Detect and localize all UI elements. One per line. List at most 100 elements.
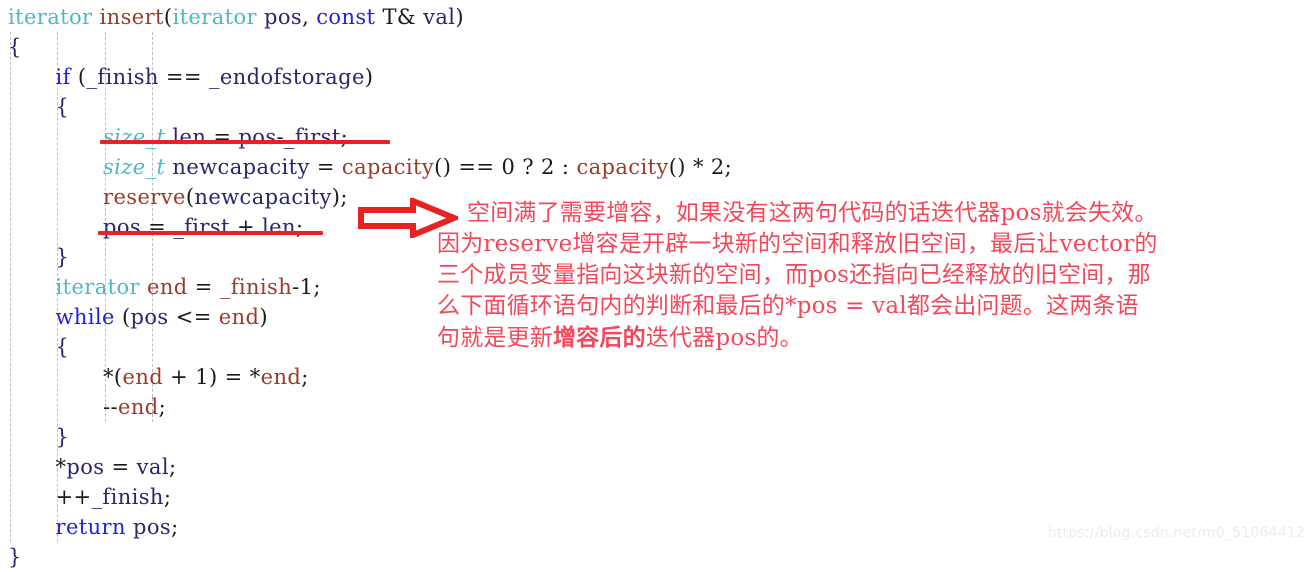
code-token: pos	[132, 515, 172, 539]
code-line: reserve(newcapacity);	[103, 182, 348, 212]
code-token: ,	[302, 5, 317, 29]
code-token: ;	[295, 215, 304, 239]
code-token: _endofstorage	[208, 65, 365, 89]
code-line: *pos = val;	[56, 452, 177, 482]
annotation-line-5: 句就是更新增容后的迭代器pos的。	[437, 322, 1297, 354]
code-highlight-underline	[98, 231, 323, 235]
code-token: insert	[99, 5, 164, 29]
code-token: =	[309, 155, 342, 179]
code-token: size_t	[103, 125, 166, 149]
code-line: }	[8, 542, 22, 572]
code-token: ;	[158, 395, 167, 419]
code-line: {	[56, 332, 70, 362]
code-token: ;	[301, 365, 309, 389]
code-token: if	[55, 65, 71, 89]
code-line: if (_finish == _endofstorage)	[56, 62, 374, 92]
code-token: len	[262, 215, 296, 239]
code-token: -	[276, 125, 285, 149]
code-token: () == 0 ? 2 :	[434, 155, 577, 179]
code-token: T&	[382, 5, 416, 29]
code-token: size_t	[103, 155, 166, 179]
indent-guide	[10, 32, 11, 542]
code-token: (	[70, 65, 87, 89]
code-token: *	[55, 455, 67, 479]
code-token: const	[316, 5, 376, 29]
code-token: _finish	[86, 65, 159, 89]
code-line: *(end + 1) = *end;	[103, 362, 309, 392]
code-token: =	[187, 275, 220, 299]
code-highlight-underline	[100, 140, 390, 144]
code-token: len	[172, 125, 207, 149]
code-token: () * 2;	[668, 155, 733, 179]
code-line: }	[56, 242, 70, 272]
code-token: newcapacity	[172, 155, 310, 179]
code-token: pos	[264, 5, 303, 29]
code-line: size_t newcapacity = capacity() == 0 ? 2…	[103, 152, 732, 182]
code-line: iterator insert(iterator pos, const T& v…	[8, 2, 464, 32]
code-token: =	[206, 125, 239, 149]
code-line: {	[56, 92, 70, 122]
code-token: )	[259, 305, 268, 329]
code-token: }	[55, 245, 70, 269]
code-line: iterator end = _finish-1;	[56, 272, 321, 302]
annotation-text: 空间满了需要增容，如果没有这两句代码的话迭代器pos就会失效。 因为reserv…	[437, 198, 1297, 354]
annotation-line-1: 空间满了需要增容，如果没有这两句代码的话迭代器pos就会失效。	[467, 200, 1158, 226]
code-token: ==	[158, 65, 209, 89]
code-token: -1;	[292, 275, 321, 299]
code-line: }	[56, 422, 70, 452]
code-token: =	[104, 455, 137, 479]
code-token: ;	[171, 515, 179, 539]
code-token: <=	[168, 305, 219, 329]
code-line: {	[8, 32, 22, 62]
code-token: ++	[55, 485, 92, 509]
code-token: (	[114, 305, 131, 329]
code-token: )	[455, 5, 464, 29]
code-token: =	[141, 215, 174, 239]
code-line: pos = _first + len;	[103, 212, 303, 242]
code-token: iterator	[8, 5, 93, 29]
code-token: capacity	[341, 155, 435, 179]
watermark: https://blog.csdn.net/m0_51064412	[1047, 525, 1305, 541]
code-line: --end;	[103, 392, 166, 422]
annotation-line-5-prefix: 句就是更新	[437, 325, 553, 351]
code-line: while (pos <= end)	[56, 302, 268, 332]
annotation-line-5-tail: 迭代器pos的。	[645, 325, 803, 351]
code-token: pos	[130, 305, 169, 329]
code-token: *(	[103, 365, 123, 389]
code-token: return	[55, 515, 126, 539]
code-token: _first	[173, 215, 230, 239]
code-token: end	[147, 275, 188, 299]
code-token: end	[260, 365, 302, 389]
code-token: end	[122, 365, 164, 389]
code-line: ++_finish;	[56, 482, 172, 512]
code-token: iterator	[172, 5, 257, 29]
code-token: )	[364, 65, 374, 89]
annotation-line-4: 么下面循环语句内的判断和最后的*pos = val都会出问题。这两条语	[437, 293, 1139, 319]
code-token: pos	[66, 455, 105, 479]
code-token: _finish	[219, 275, 293, 299]
code-token: end	[218, 305, 260, 329]
code-token: ;	[168, 455, 177, 479]
code-token: val	[423, 5, 456, 29]
code-token: while	[55, 305, 115, 329]
code-token: iterator	[55, 275, 140, 299]
code-token: reserve	[103, 185, 186, 209]
code-token: val	[136, 455, 169, 479]
code-token: newcapacity	[194, 185, 332, 209]
code-line: return pos;	[56, 512, 179, 542]
annotation-line-2: 因为reserve增容是开辟一块新的空间和释放旧空间，最后让vector的	[437, 231, 1158, 257]
code-token: {	[55, 95, 70, 119]
annotation-bold-fragment: 增容后的	[553, 324, 646, 351]
code-token: pos	[103, 215, 142, 239]
code-token: }	[55, 425, 70, 449]
code-token: + 1) = *	[163, 365, 261, 389]
code-token: capacity	[576, 155, 669, 179]
code-token: --	[103, 395, 118, 419]
annotation-line-3: 三个成员变量指向这块新的空间，而pos还指向已经释放的旧空间，那	[437, 262, 1151, 288]
code-token: {	[55, 335, 70, 359]
code-token: end	[118, 395, 159, 419]
